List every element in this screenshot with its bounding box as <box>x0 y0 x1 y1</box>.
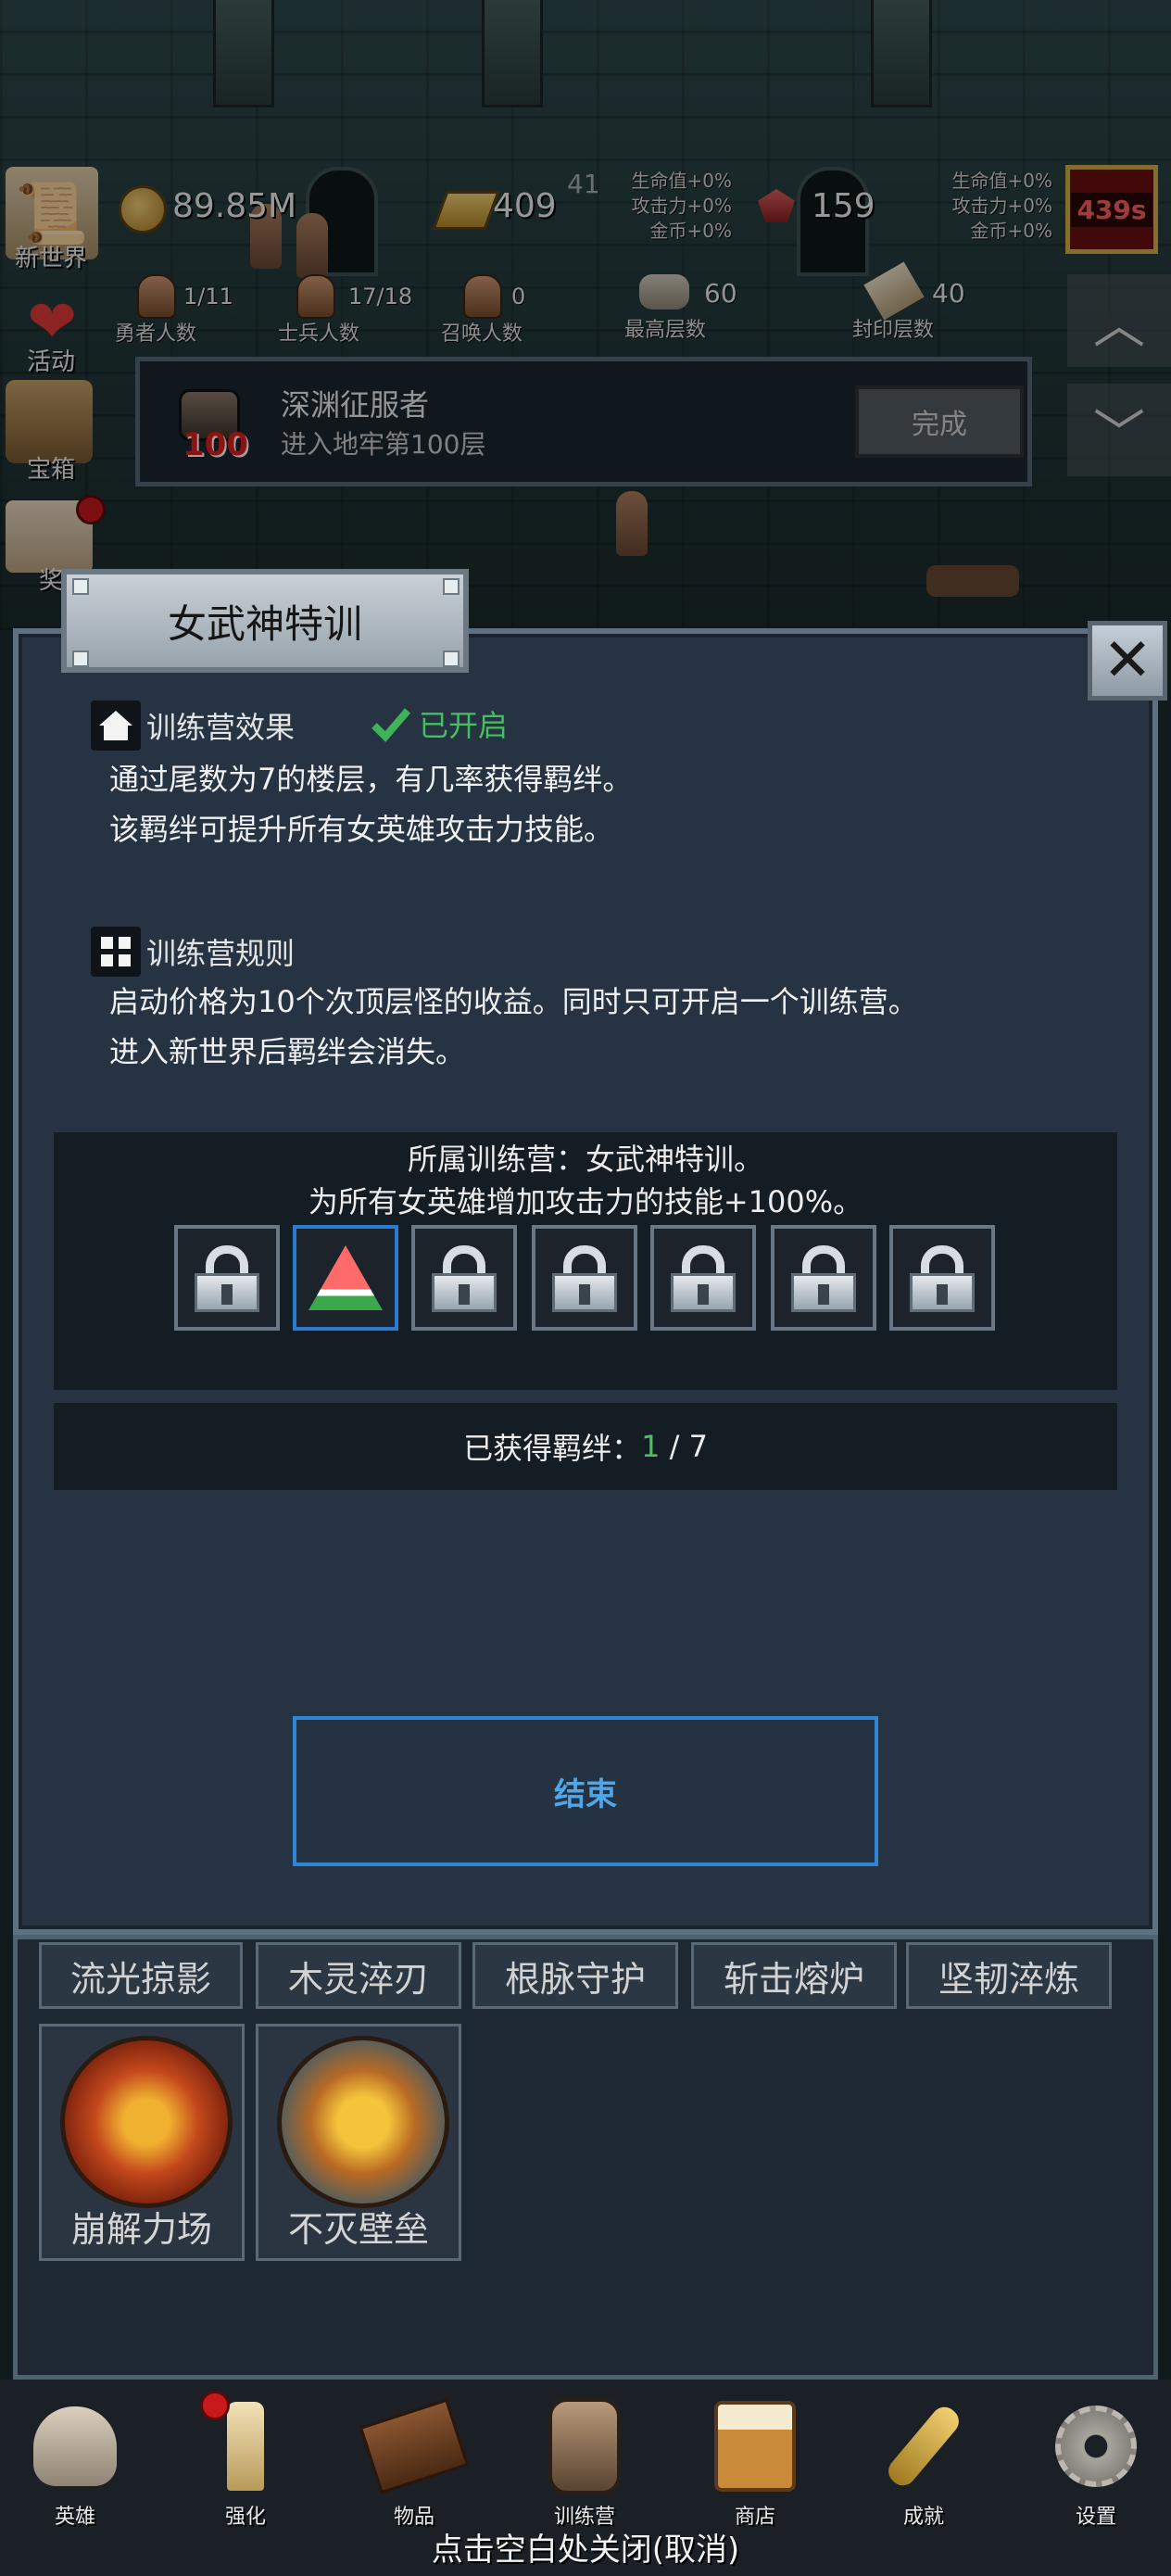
nav-items[interactable]: 物品 <box>345 2394 484 2533</box>
nav-shop[interactable]: 商店 <box>686 2394 825 2533</box>
lantern-icon <box>538 2398 631 2494</box>
rivet <box>443 650 460 667</box>
watermelon-icon <box>308 1245 383 1310</box>
rivet <box>72 650 89 667</box>
rules-section-title: 训练营规则 <box>146 936 296 971</box>
nav-settings[interactable]: 设置 <box>1026 2394 1165 2533</box>
lock-icon <box>906 1242 978 1314</box>
end-button[interactable]: 结束 <box>293 1716 878 1866</box>
grid-icon <box>91 927 141 977</box>
bond-slot-locked[interactable] <box>650 1225 756 1331</box>
skill-tab[interactable]: 木灵淬刃 <box>256 1942 461 2009</box>
collapse-field-skill-icon <box>60 2036 233 2208</box>
rules-line: 进入新世界后羁绊会消失。 <box>109 1034 466 1069</box>
immortal-barrier-skill-icon <box>277 2036 449 2208</box>
lock-icon <box>787 1242 860 1314</box>
skill-card[interactable]: 崩解力场 <box>39 2024 245 2261</box>
bond-camp-line: 所属训练营：女武神特训。 <box>407 1142 763 1177</box>
skill-tab[interactable]: 斩击熔炉 <box>691 1942 897 2009</box>
skull-icon <box>29 2400 121 2493</box>
gear-icon <box>1050 2400 1142 2493</box>
skill-tab[interactable]: 流光掠影 <box>39 1942 243 2009</box>
effect-status: 已开启 <box>371 702 508 745</box>
rivet <box>443 578 460 595</box>
lock-icon <box>667 1242 739 1314</box>
bond-slot-locked[interactable] <box>174 1225 280 1331</box>
modal-title-plate: 女武神特训 <box>61 569 469 673</box>
modal-title: 女武神特训 <box>167 600 362 647</box>
obtained-label: 已获得羁绊： <box>463 1431 642 1466</box>
book-icon <box>359 2398 470 2494</box>
nav-heroes[interactable]: 英雄 <box>6 2394 145 2533</box>
bond-slot-locked[interactable] <box>771 1225 876 1331</box>
lock-icon <box>191 1242 263 1314</box>
skill-name: 崩解力场 <box>70 2209 212 2250</box>
lock-icon <box>428 1242 500 1314</box>
close-icon: ✕ <box>1102 626 1152 695</box>
effect-section-title: 训练营效果 <box>146 710 296 745</box>
rules-description: 启动价格为10个次顶层怪的收益。同时只可开启一个训练营。 进入新世界后羁绊会消失… <box>109 977 918 1077</box>
effect-status-text: 已开启 <box>419 708 509 743</box>
skill-tab[interactable]: 坚韧淬炼 <box>906 1942 1112 2009</box>
beer-mug-icon <box>709 2400 801 2493</box>
effect-line: 通过尾数为7的楼层，有几率获得羁绊。 <box>109 762 633 797</box>
rules-line: 启动价格为10个次顶层怪的收益。同时只可开启一个训练营。 <box>109 984 918 1019</box>
obtained-separator: / <box>660 1429 689 1464</box>
nav-training-camp[interactable]: 训练营 <box>515 2394 654 2533</box>
nav-upgrade[interactable]: 强化 <box>176 2391 315 2533</box>
house-icon <box>91 701 141 751</box>
close-hint[interactable]: 点击空白处关闭(取消) <box>0 2524 1171 2570</box>
nav-achievements[interactable]: 成就 <box>854 2394 993 2533</box>
obtained-bonds-row: 已获得羁绊： 1 / 7 <box>54 1403 1117 1490</box>
notification-dot <box>200 2391 230 2420</box>
skill-name: 不灭壁垒 <box>287 2209 429 2250</box>
bond-slot-watermelon[interactable] <box>293 1225 398 1331</box>
obtained-count: 1 <box>641 1429 661 1464</box>
bond-slot-locked[interactable] <box>411 1225 517 1331</box>
bond-effect-line: 为所有女英雄增加攻击力的技能+100%。 <box>308 1184 863 1219</box>
skill-tab[interactable]: 根脉守护 <box>472 1942 678 2009</box>
key-icon <box>877 2400 970 2493</box>
lock-icon <box>548 1242 621 1314</box>
bond-slot-locked[interactable] <box>889 1225 995 1331</box>
obtained-total: 7 <box>688 1429 708 1464</box>
check-icon <box>371 708 411 742</box>
bond-panel: 所属训练营：女武神特训。 为所有女英雄增加攻击力的技能+100%。 <box>54 1132 1117 1390</box>
effect-description: 通过尾数为7的楼层，有几率获得羁绊。 该羁绊可提升所有女英雄攻击力技能。 <box>109 754 632 854</box>
skill-card[interactable]: 不灭壁垒 <box>256 2024 461 2261</box>
rivet <box>72 578 89 595</box>
bond-slot-locked[interactable] <box>532 1225 637 1331</box>
effect-line: 该羁绊可提升所有女英雄攻击力技能。 <box>109 812 614 847</box>
close-button[interactable]: ✕ <box>1088 621 1167 701</box>
